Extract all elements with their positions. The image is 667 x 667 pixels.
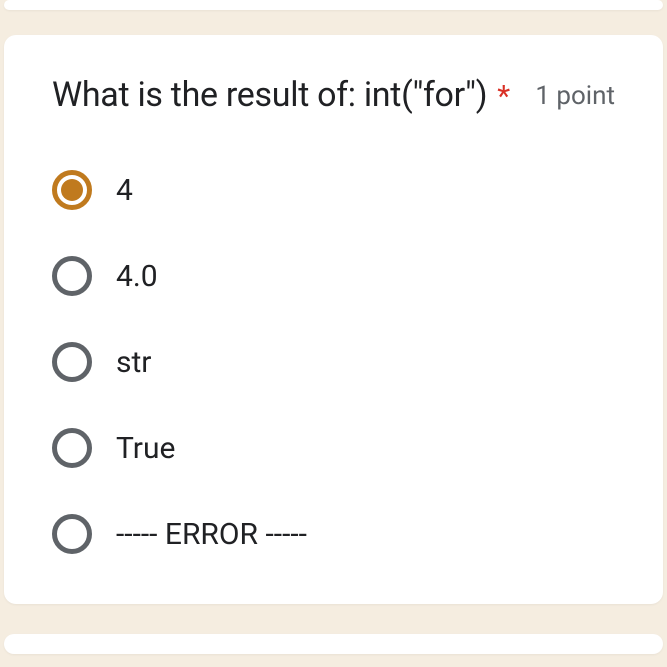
radio-icon	[52, 170, 92, 210]
question-title: What is the result of: int("for")	[52, 75, 487, 115]
question-header: What is the result of: int("for") * 1 po…	[52, 75, 615, 115]
radio-option-3[interactable]: True	[52, 428, 615, 468]
option-label: 4	[116, 173, 133, 208]
radio-option-4[interactable]: ----- ERROR -----	[52, 514, 615, 554]
radio-option-1[interactable]: 4.0	[52, 256, 615, 296]
question-card: What is the result of: int("for") * 1 po…	[4, 35, 663, 604]
radio-icon	[52, 342, 92, 382]
question-title-wrap: What is the result of: int("for") *	[52, 75, 510, 115]
question-points: 1 point	[535, 81, 615, 111]
radio-icon	[52, 514, 92, 554]
required-indicator: *	[497, 79, 510, 114]
options-group: 4 4.0 str True ----- ERROR -----	[52, 170, 615, 554]
radio-option-0[interactable]: 4	[52, 170, 615, 210]
radio-option-2[interactable]: str	[52, 342, 615, 382]
radio-icon	[52, 428, 92, 468]
option-label: 4.0	[116, 259, 158, 294]
option-label: True	[116, 431, 175, 466]
previous-card-edge	[4, 0, 663, 10]
next-card-edge	[4, 634, 663, 654]
option-label: ----- ERROR -----	[116, 517, 307, 552]
radio-icon	[52, 256, 92, 296]
option-label: str	[116, 345, 151, 380]
